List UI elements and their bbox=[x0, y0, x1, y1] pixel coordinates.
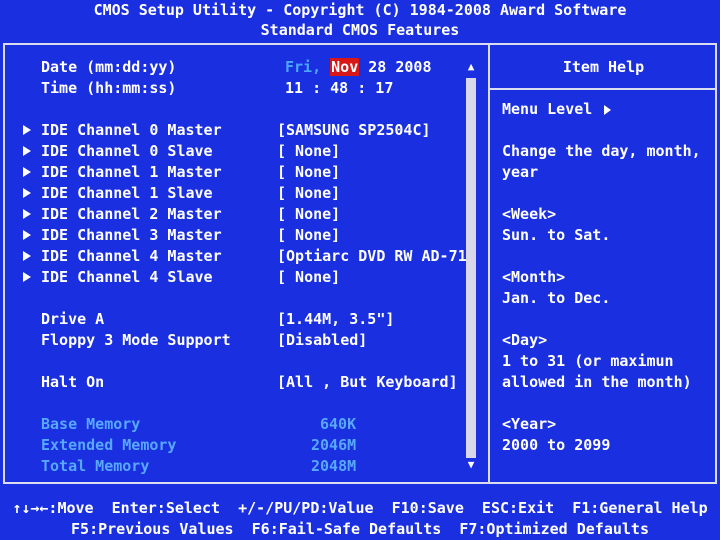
ide-label[interactable]: IDE Channel 2 Master bbox=[41, 204, 222, 224]
date-rest: 28 2008 bbox=[359, 58, 432, 76]
help-year-heading: <Year> bbox=[502, 415, 557, 433]
base-memory-label: Base Memory bbox=[41, 415, 141, 433]
ide-value: [ None] bbox=[277, 184, 341, 202]
ide-label[interactable]: IDE Channel 0 Master bbox=[41, 120, 222, 140]
submenu-arrow-icon bbox=[22, 162, 32, 182]
scroll-down-icon[interactable]: ▼ bbox=[466, 458, 476, 472]
time-label: Time (hh:mm:ss) bbox=[41, 79, 177, 97]
help-desc: year bbox=[502, 163, 539, 181]
help-day-range: 1 to 31 (or maximun bbox=[502, 352, 674, 370]
help-desc: Change the day, month, bbox=[502, 142, 701, 160]
ide-label[interactable]: IDE Channel 4 Slave bbox=[41, 267, 213, 287]
header-subtitle: Standard CMOS Features bbox=[260, 21, 460, 39]
submenu-arrow-icon bbox=[22, 267, 32, 287]
drive-a-label[interactable]: Drive A bbox=[41, 309, 104, 329]
date-month-selected[interactable]: Nov bbox=[330, 58, 360, 76]
ide-label[interactable]: IDE Channel 3 Master bbox=[41, 225, 222, 245]
date-label: Date (mm:dd:yy) bbox=[41, 58, 177, 76]
help-week-heading: <Week> bbox=[502, 205, 557, 223]
ide-value: [ None] bbox=[277, 205, 341, 223]
submenu-arrow-icon bbox=[22, 225, 32, 245]
drive-a-value[interactable]: [1.44M, 3.5"] bbox=[277, 309, 394, 329]
extended-memory-label: Extended Memory bbox=[41, 436, 177, 454]
submenu-arrow-icon bbox=[22, 246, 32, 266]
ide-value: [ None] bbox=[277, 163, 341, 181]
item-help-title: Item Help bbox=[562, 58, 645, 76]
base-memory-value: 640K bbox=[320, 415, 357, 433]
help-day-range: allowed in the month) bbox=[502, 373, 692, 391]
header: CMOS Setup Utility - Copyright (C) 1984-… bbox=[0, 0, 720, 40]
ide-value: [ None] bbox=[277, 142, 341, 160]
extended-memory-value: 2046M bbox=[311, 436, 357, 454]
submenu-arrow-icon bbox=[22, 141, 32, 161]
help-month-range: Jan. to Dec. bbox=[502, 289, 611, 307]
menu-level-label: Menu Level bbox=[502, 100, 593, 118]
ide-label[interactable]: IDE Channel 4 Master bbox=[41, 246, 222, 266]
scrollbar[interactable] bbox=[466, 78, 476, 458]
menu-level: Menu Level bbox=[502, 99, 612, 119]
floppy-mode-label[interactable]: Floppy 3 Mode Support bbox=[41, 330, 231, 350]
footer-keys-line1: ↑↓→←:Move Enter:Select +/-/PU/PD:Value F… bbox=[12, 499, 708, 517]
header-title: CMOS Setup Utility - Copyright (C) 1984-… bbox=[93, 1, 627, 19]
time-field[interactable]: 11 : 48 : 17 bbox=[285, 78, 393, 98]
total-memory-label: Total Memory bbox=[41, 457, 150, 475]
ide-label[interactable]: IDE Channel 1 Master bbox=[41, 162, 222, 182]
halt-on-value[interactable]: [All , But Keyboard] bbox=[277, 372, 458, 392]
ide-value: [ None] bbox=[277, 226, 341, 244]
halt-on-label[interactable]: Halt On bbox=[41, 372, 104, 392]
help-day-heading: <Day> bbox=[502, 331, 548, 349]
help-year-range: 2000 to 2099 bbox=[502, 436, 611, 454]
ide-value: [ None] bbox=[277, 268, 341, 286]
menu-level-arrow-icon bbox=[604, 104, 612, 115]
help-month-heading: <Month> bbox=[502, 268, 566, 286]
ide-label[interactable]: IDE Channel 1 Slave bbox=[41, 183, 213, 203]
floppy-mode-value[interactable]: [Disabled] bbox=[277, 330, 367, 350]
footer-keys-line2: F5:Previous Values F6:Fail-Safe Defaults… bbox=[71, 520, 649, 538]
ide-label[interactable]: IDE Channel 0 Slave bbox=[41, 141, 213, 161]
help-header-divider bbox=[490, 88, 717, 90]
scroll-up-icon[interactable]: ▲ bbox=[466, 60, 476, 74]
submenu-arrow-icon bbox=[22, 183, 32, 203]
ide-value: [SAMSUNG SP2504C] bbox=[277, 121, 431, 139]
submenu-arrow-icon bbox=[22, 204, 32, 224]
help-week-range: Sun. to Sat. bbox=[502, 226, 611, 244]
panel-divider bbox=[488, 43, 490, 484]
total-memory-value: 2048M bbox=[311, 457, 357, 475]
ide-value: [Optiarc DVD RW AD-71 bbox=[277, 247, 467, 265]
submenu-arrow-icon bbox=[22, 120, 32, 140]
date-day: Fri, bbox=[285, 58, 322, 76]
date-field[interactable]: Fri, Nov 28 2008 bbox=[285, 57, 432, 77]
